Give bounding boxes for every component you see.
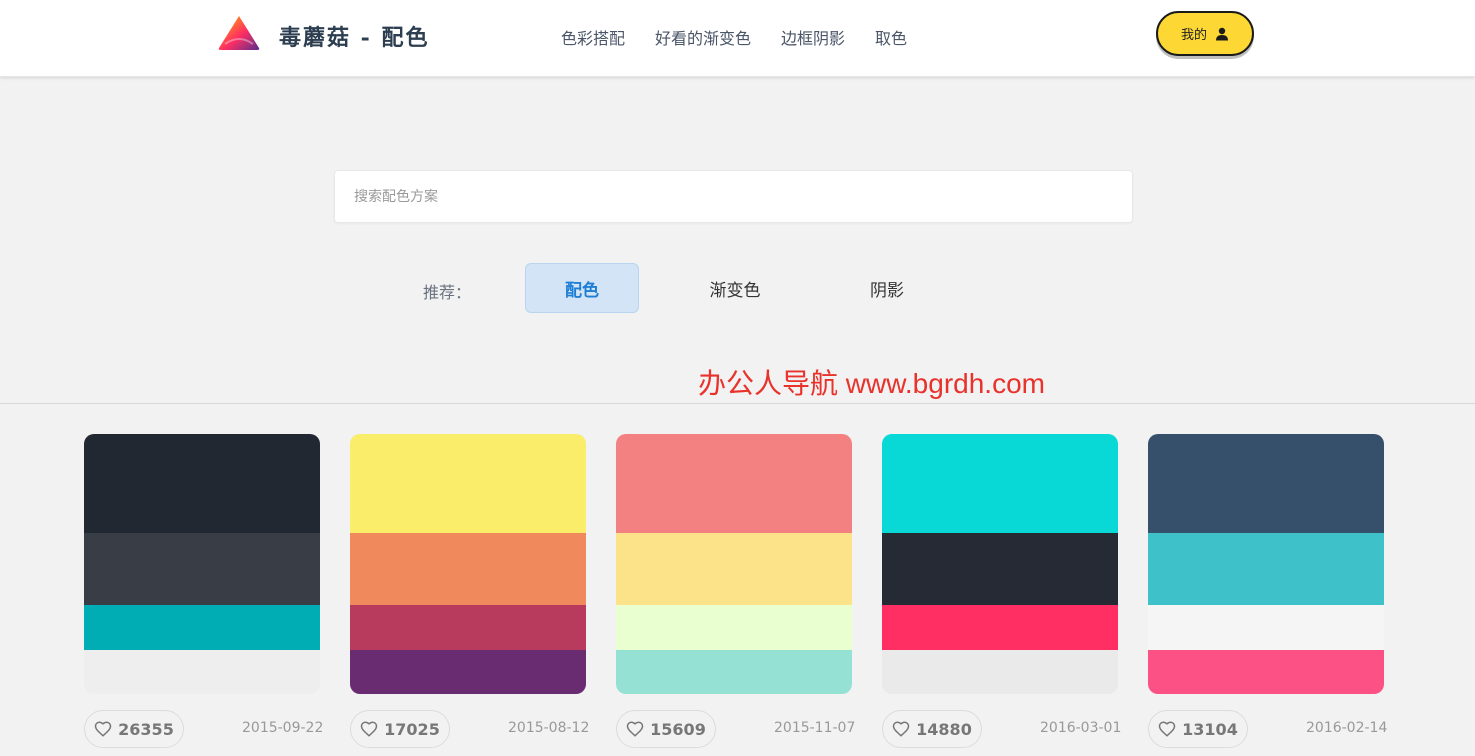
main-nav: 色彩搭配 好看的渐变色 边框阴影 取色: [561, 25, 907, 49]
like-button[interactable]: 13104: [1148, 710, 1248, 748]
palette-card[interactable]: [1148, 434, 1384, 694]
palette-date: 2015-08-12: [508, 720, 590, 736]
color-swatch[interactable]: [350, 434, 586, 533]
color-swatch[interactable]: [616, 434, 852, 533]
like-button[interactable]: 17025: [350, 710, 450, 748]
palette-card[interactable]: [882, 434, 1118, 694]
tab-palette[interactable]: 配色: [525, 263, 639, 313]
nav-link-color-picker[interactable]: 取色: [875, 25, 907, 49]
palette-date: 2016-03-01: [1040, 720, 1122, 736]
like-button[interactable]: 14880: [882, 710, 982, 748]
tab-gradient[interactable]: 渐变色: [678, 263, 792, 313]
like-count: 17025: [384, 719, 440, 739]
palette-card[interactable]: [350, 434, 586, 694]
nav-link-gradient[interactable]: 好看的渐变色: [655, 25, 751, 49]
color-swatch[interactable]: [616, 533, 852, 605]
color-swatch[interactable]: [1148, 650, 1384, 694]
search-input[interactable]: [334, 170, 1133, 223]
nav-link-color-match[interactable]: 色彩搭配: [561, 25, 625, 49]
palette-date: 2015-11-07: [774, 720, 856, 736]
color-swatch[interactable]: [350, 605, 586, 650]
tab-shadow[interactable]: 阴影: [830, 263, 944, 313]
mountain-logo-icon[interactable]: [217, 14, 261, 52]
color-swatch[interactable]: [882, 434, 1118, 533]
watermark-text: 办公人导航 www.bgrdh.com: [698, 368, 1045, 399]
color-swatch[interactable]: [350, 533, 586, 605]
heart-icon: [892, 721, 910, 737]
color-swatch[interactable]: [1148, 533, 1384, 605]
color-swatch[interactable]: [882, 533, 1118, 605]
color-swatch[interactable]: [84, 434, 320, 533]
color-swatch[interactable]: [84, 605, 320, 650]
my-account-button[interactable]: 我的: [1156, 11, 1254, 56]
palette-card[interactable]: [616, 434, 852, 694]
color-swatch[interactable]: [616, 605, 852, 650]
my-account-label: 我的: [1180, 28, 1207, 43]
like-count: 13104: [1182, 719, 1238, 739]
like-count: 14880: [916, 719, 972, 739]
like-count: 26355: [118, 719, 174, 739]
user-icon: [1216, 27, 1228, 40]
palette-date: 2015-09-22: [242, 720, 324, 736]
color-swatch[interactable]: [84, 533, 320, 605]
color-swatch[interactable]: [84, 650, 320, 694]
like-count: 15609: [650, 719, 706, 739]
top-header: 毒蘑菇 - 配色 色彩搭配 好看的渐变色 边框阴影 取色 我的: [0, 0, 1475, 77]
palette-date: 2016-02-14: [1306, 720, 1388, 736]
heart-icon: [360, 721, 378, 737]
nav-link-border-shadow[interactable]: 边框阴影: [781, 25, 845, 49]
section-divider: [0, 403, 1475, 404]
color-swatch[interactable]: [1148, 434, 1384, 533]
like-button[interactable]: 26355: [84, 710, 184, 748]
color-swatch[interactable]: [350, 650, 586, 694]
color-swatch[interactable]: [882, 605, 1118, 650]
heart-icon: [626, 721, 644, 737]
color-swatch[interactable]: [882, 650, 1118, 694]
color-swatch[interactable]: [616, 650, 852, 694]
heart-icon: [94, 721, 112, 737]
brand-title[interactable]: 毒蘑菇 - 配色: [279, 20, 429, 52]
palette-card[interactable]: [84, 434, 320, 694]
like-button[interactable]: 15609: [616, 710, 716, 748]
color-swatch[interactable]: [1148, 605, 1384, 650]
heart-icon: [1158, 721, 1176, 737]
recommend-label: 推荐：: [423, 283, 472, 302]
